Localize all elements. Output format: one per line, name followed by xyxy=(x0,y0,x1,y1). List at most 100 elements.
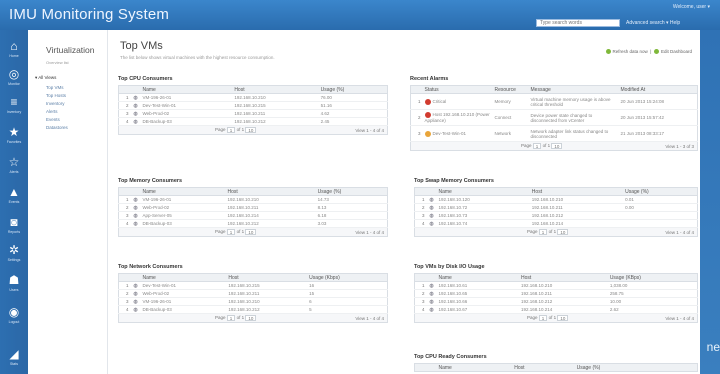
rail-item-stats[interactable]: ◢ Stats xyxy=(0,344,28,370)
page-input[interactable]: 1 xyxy=(226,315,236,321)
column-header[interactable]: Host xyxy=(232,85,319,94)
column-header[interactable]: Modified At xyxy=(618,85,698,94)
rail-item-inventory[interactable]: ≡ Inventory xyxy=(0,92,28,118)
table-row[interactable]: 2 ◍ Web-Prod-02 192.168.10.211 8.13 xyxy=(118,203,388,212)
table-row[interactable]: 2 ◍ 192.168.10.72 192.168.10.211 0.00 xyxy=(414,203,698,212)
subnav-link-events[interactable]: Events xyxy=(46,117,60,122)
column-header[interactable]: Usage (Kbps) xyxy=(307,273,388,282)
vm-icon: ◍ xyxy=(426,203,437,212)
secondary-nav: Virtualization Overview list ▾ All Views… xyxy=(28,30,108,374)
table-row[interactable]: 1 ◍ 192.168.10.61 192.168.10.210 1,038.00 xyxy=(414,281,698,290)
per-page-select[interactable]: 10 xyxy=(557,315,569,321)
table-row[interactable]: 2 ◍ 192.168.10.65 192.168.10.211 258.75 xyxy=(414,289,698,298)
table-row[interactable]: 4 ◍ DB-Backup-03 192.168.10.212 5 xyxy=(118,305,388,314)
page-input[interactable]: 1 xyxy=(532,143,542,149)
refresh-link[interactable]: Refresh data now xyxy=(613,49,648,54)
table-row[interactable]: 1 ◍ VM-196-26-01 192.168.10.210 14.73 xyxy=(118,195,388,204)
table-row[interactable]: 4 ◍ 192.168.10.74 192.168.10.214 xyxy=(414,219,698,228)
table-row[interactable]: 2 ◍ Web-Prod-02 192.168.10.211 15 xyxy=(118,289,388,298)
panel-title: Top Network Consumers xyxy=(118,264,183,270)
column-header[interactable]: Name xyxy=(436,273,520,282)
subnav-link-alerts[interactable]: Alerts xyxy=(46,109,58,114)
per-page-select[interactable]: 10 xyxy=(557,229,569,235)
table-row[interactable]: 4 ◍ 192.168.10.67 192.168.10.214 2.62 xyxy=(414,305,698,314)
vm-icon: ◍ xyxy=(130,281,141,290)
table-row[interactable]: 3 ◍ VM-196-26-01 192.168.10.210 6 xyxy=(118,297,388,306)
table-row[interactable]: 4 ◍ DB-Backup-03 192.168.10.212 2.45 xyxy=(118,117,388,126)
table-row[interactable]: 3 ◍ 192.168.10.73 192.168.10.212 xyxy=(414,211,698,220)
column-header[interactable]: Host xyxy=(529,187,624,196)
column-header[interactable]: Host xyxy=(226,273,308,282)
table-row[interactable]: 3 ◍ App-Server-05 192.168.10.214 6.18 xyxy=(118,211,388,220)
rail-item-users[interactable]: ☗ Users xyxy=(0,270,28,296)
rail-item-events[interactable]: ▲ Events xyxy=(0,182,28,208)
pager-info: View 1 - 3 of 3 xyxy=(665,144,694,149)
page-description: The list below shows virtual machines wi… xyxy=(120,55,275,60)
rail-item-settings[interactable]: ✲ Settings xyxy=(0,240,28,266)
subnav-link-inventory[interactable]: Inventory xyxy=(46,101,65,106)
column-header[interactable]: Resource xyxy=(492,85,529,94)
table-row[interactable]: 3 ◍ 192.168.10.66 192.168.10.212 10.00 xyxy=(414,297,698,306)
content-area: Virtualization Overview list ▾ All Views… xyxy=(28,30,700,374)
warning-icon xyxy=(424,130,431,137)
cpu-table: Name Host Usage (%) 1 ◍ VM-196-26-01 192.16… xyxy=(118,85,388,126)
advanced-search-link[interactable]: Advanced search ▾ Help xyxy=(626,20,680,26)
vm-icon: ◍ xyxy=(130,117,141,126)
column-header[interactable]: Host xyxy=(512,363,575,372)
subnav-link-top-hosts[interactable]: Top Hosts xyxy=(46,93,66,98)
column-header[interactable]: Name xyxy=(140,273,227,282)
panel-title: Recent Alarms xyxy=(410,76,449,82)
table-row[interactable]: 2 Host 192.168.10.210 (Power Appliance) … xyxy=(410,109,698,126)
column-header[interactable]: Usage (%) xyxy=(623,187,698,196)
column-header[interactable]: Name xyxy=(436,187,530,196)
pager-controls: Page 1 of 1 10 xyxy=(527,315,569,321)
critical-icon xyxy=(424,98,431,105)
pager-info: View 1 - 4 of 4 xyxy=(355,316,384,321)
rail-item-logout[interactable]: ◉ Logout xyxy=(0,302,28,328)
per-page-select[interactable]: 10 xyxy=(245,229,257,235)
subnav-link-top-vms[interactable]: Top VMs xyxy=(46,85,64,90)
vm-icon: ◍ xyxy=(130,211,141,220)
rail-item-monitor[interactable]: ◎ Monitor xyxy=(0,64,28,90)
table-row[interactable]: 1 ◍ Dev-Test-Win-01 192.168.10.215 16 xyxy=(118,281,388,290)
rail-item-home[interactable]: ⌂ Home xyxy=(0,36,28,62)
page-input[interactable]: 1 xyxy=(226,229,236,235)
column-header[interactable]: Usage (%) xyxy=(318,85,388,94)
panel-recent-alarms: Recent Alarms Status Resource Message Mo… xyxy=(410,76,698,151)
column-header[interactable]: Usage (%) xyxy=(574,363,698,372)
column-header[interactable]: Name xyxy=(140,187,226,196)
rail-item-reports[interactable]: ◙ Reports xyxy=(0,212,28,238)
table-row[interactable]: 2 ◍ Dev-Test-Win-01 192.168.10.215 51.16 xyxy=(118,101,388,110)
per-page-select[interactable]: 10 xyxy=(551,143,563,149)
vm-icon: ◍ xyxy=(130,305,141,314)
rail-item-alerts[interactable]: ☆ Alerts xyxy=(0,152,28,178)
table-row[interactable]: 1 ◍ VM-196-26-01 192.168.10.210 76.00 xyxy=(118,93,388,102)
edit-dashboard-link[interactable]: Edit Dashboard xyxy=(661,49,692,54)
per-page-select[interactable]: 10 xyxy=(245,315,257,321)
table-row[interactable]: 1 Critical Memory Virtual machine memory… xyxy=(410,93,698,110)
pager-controls: Page 1 of 1 10 xyxy=(521,143,563,149)
column-header[interactable]: Host xyxy=(519,273,608,282)
table-row[interactable]: 3 ◍ Web-Prod-02 192.168.10.211 4.62 xyxy=(118,109,388,118)
column-header[interactable]: Host xyxy=(225,187,316,196)
table-row[interactable]: 1 ◍ 192.168.10.120 192.168.10.210 0.01 xyxy=(414,195,698,204)
subnav-group[interactable]: ▾ All Views xyxy=(35,75,56,81)
page-input[interactable]: 1 xyxy=(226,127,236,133)
per-page-select[interactable]: 10 xyxy=(245,127,257,133)
panel-top-network: Top Network Consumers Name Host Usage (K… xyxy=(118,264,388,323)
column-header[interactable]: Name xyxy=(436,363,513,372)
rail-item-favorites[interactable]: ★ Favorites xyxy=(0,122,28,148)
page-input[interactable]: 1 xyxy=(538,315,548,321)
user-menu[interactable]: Welcome, user ▾ xyxy=(673,4,710,10)
table-row[interactable]: 4 ◍ DB-Backup-03 192.168.10.212 3.03 xyxy=(118,219,388,228)
column-header[interactable]: Message xyxy=(528,85,619,94)
subnav-link-datastores[interactable]: Datastores xyxy=(46,125,68,130)
column-header[interactable]: Name xyxy=(140,85,233,94)
table-row[interactable]: 3 Dev-Test-Win-01 Network Network adapte… xyxy=(410,125,698,142)
search-input[interactable] xyxy=(536,19,620,27)
column-header[interactable]: Usage (KBps) xyxy=(607,273,698,282)
panel-title: Top VMs by Disk I/O Usage xyxy=(414,264,485,270)
column-header[interactable]: Usage (%) xyxy=(315,187,388,196)
column-header[interactable]: Status xyxy=(422,85,493,94)
page-input[interactable]: 1 xyxy=(538,229,548,235)
